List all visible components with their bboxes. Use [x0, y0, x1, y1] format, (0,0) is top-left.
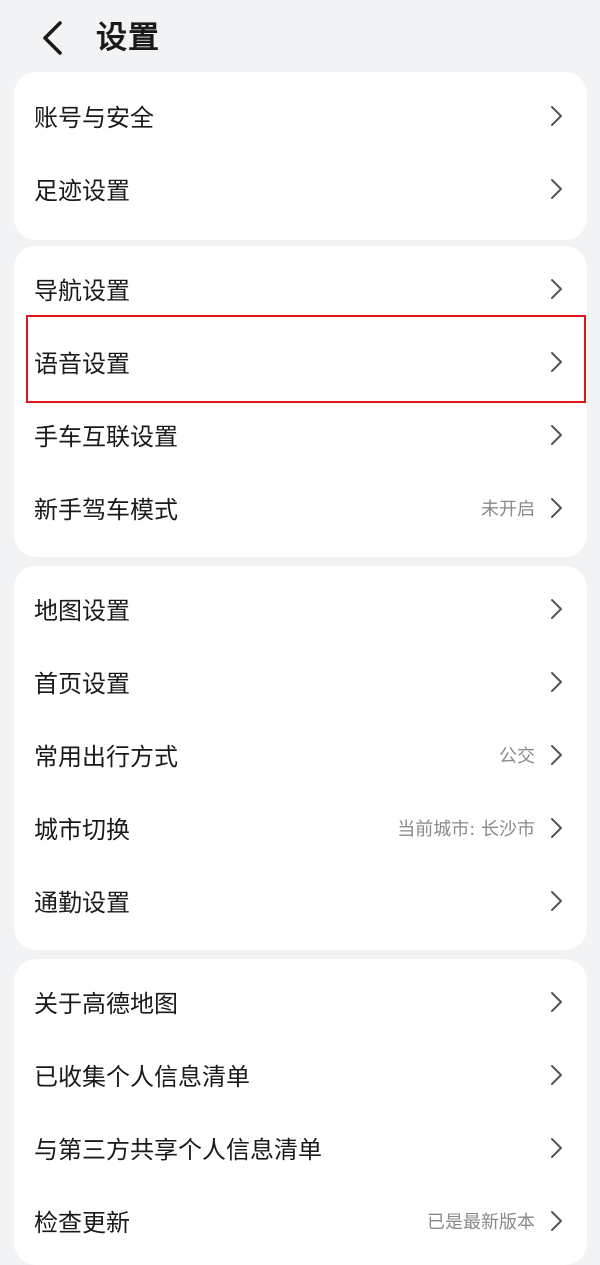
chevron-right-icon [545, 1210, 567, 1232]
settings-item-label: 与第三方共享个人信息清单 [34, 1136, 322, 1164]
settings-item-label: 语音设置 [34, 350, 130, 378]
settings-item-check-update[interactable]: 检查更新 已是最新版本 [14, 1184, 587, 1257]
settings-group-navigation: 导航设置 语音设置 手车互联设置 新手驾车模式 未开启 [14, 246, 587, 557]
chevron-right-icon [545, 105, 567, 127]
chevron-right-icon [545, 497, 567, 519]
chevron-right-icon [545, 671, 567, 693]
settings-item-label: 关于高德地图 [34, 990, 178, 1018]
settings-item-city-switch[interactable]: 城市切换 当前城市: 长沙市 [14, 791, 587, 864]
chevron-right-icon [545, 278, 567, 300]
settings-item-value: 未开启 [481, 498, 535, 520]
settings-group-about: 关于高德地图 已收集个人信息清单 与第三方共享个人信息清单 检查更新 已是最新版… [14, 959, 587, 1265]
settings-item-label: 导航设置 [34, 277, 130, 305]
settings-item-label: 已收集个人信息清单 [34, 1063, 250, 1091]
settings-item-label: 足迹设置 [34, 177, 130, 205]
settings-item-label: 地图设置 [34, 597, 130, 625]
settings-item-map[interactable]: 地图设置 [14, 572, 587, 645]
chevron-right-icon [545, 817, 567, 839]
chevron-left-icon [43, 21, 62, 55]
chevron-right-icon [545, 351, 567, 373]
settings-item-label: 通勤设置 [34, 889, 130, 917]
back-button[interactable] [28, 14, 76, 62]
settings-item-collected-info-list[interactable]: 已收集个人信息清单 [14, 1038, 587, 1111]
settings-item-commute[interactable]: 通勤设置 [14, 864, 587, 937]
settings-item-label: 检查更新 [34, 1209, 130, 1237]
settings-item-footprint[interactable]: 足迹设置 [14, 152, 587, 225]
settings-item-navigation[interactable]: 导航设置 [14, 252, 587, 325]
chevron-right-icon [545, 1137, 567, 1159]
settings-item-third-party-info-list[interactable]: 与第三方共享个人信息清单 [14, 1111, 587, 1184]
settings-item-label: 首页设置 [34, 670, 130, 698]
settings-item-voice[interactable]: 语音设置 [14, 325, 587, 398]
chevron-right-icon [545, 890, 567, 912]
settings-item-label: 手车互联设置 [34, 423, 178, 451]
chevron-right-icon [545, 744, 567, 766]
settings-item-account-security[interactable]: 账号与安全 [14, 79, 587, 152]
settings-item-label: 城市切换 [34, 816, 130, 844]
settings-item-homepage[interactable]: 首页设置 [14, 645, 587, 718]
chevron-right-icon [545, 991, 567, 1013]
settings-item-value: 公交 [499, 745, 535, 767]
settings-item-phone-car-connect[interactable]: 手车互联设置 [14, 398, 587, 471]
settings-item-value: 已是最新版本 [427, 1211, 535, 1233]
settings-item-label: 账号与安全 [34, 104, 154, 132]
header-bar: 设置 [0, 0, 600, 76]
settings-item-label: 常用出行方式 [34, 743, 178, 771]
chevron-right-icon [545, 1064, 567, 1086]
chevron-right-icon [545, 424, 567, 446]
chevron-right-icon [545, 178, 567, 200]
settings-group-map: 地图设置 首页设置 常用出行方式 公交 城市切换 当前城市: 长沙市 通勤设置 [14, 566, 587, 950]
settings-item-label: 新手驾车模式 [34, 496, 178, 524]
chevron-right-icon [545, 598, 567, 620]
settings-item-value: 当前城市: 长沙市 [397, 818, 535, 840]
settings-group-account: 账号与安全 足迹设置 [14, 72, 587, 240]
page-title: 设置 [96, 20, 160, 56]
settings-item-novice-driving-mode[interactable]: 新手驾车模式 未开启 [14, 471, 587, 544]
settings-item-travel-mode[interactable]: 常用出行方式 公交 [14, 718, 587, 791]
settings-item-about[interactable]: 关于高德地图 [14, 965, 587, 1038]
